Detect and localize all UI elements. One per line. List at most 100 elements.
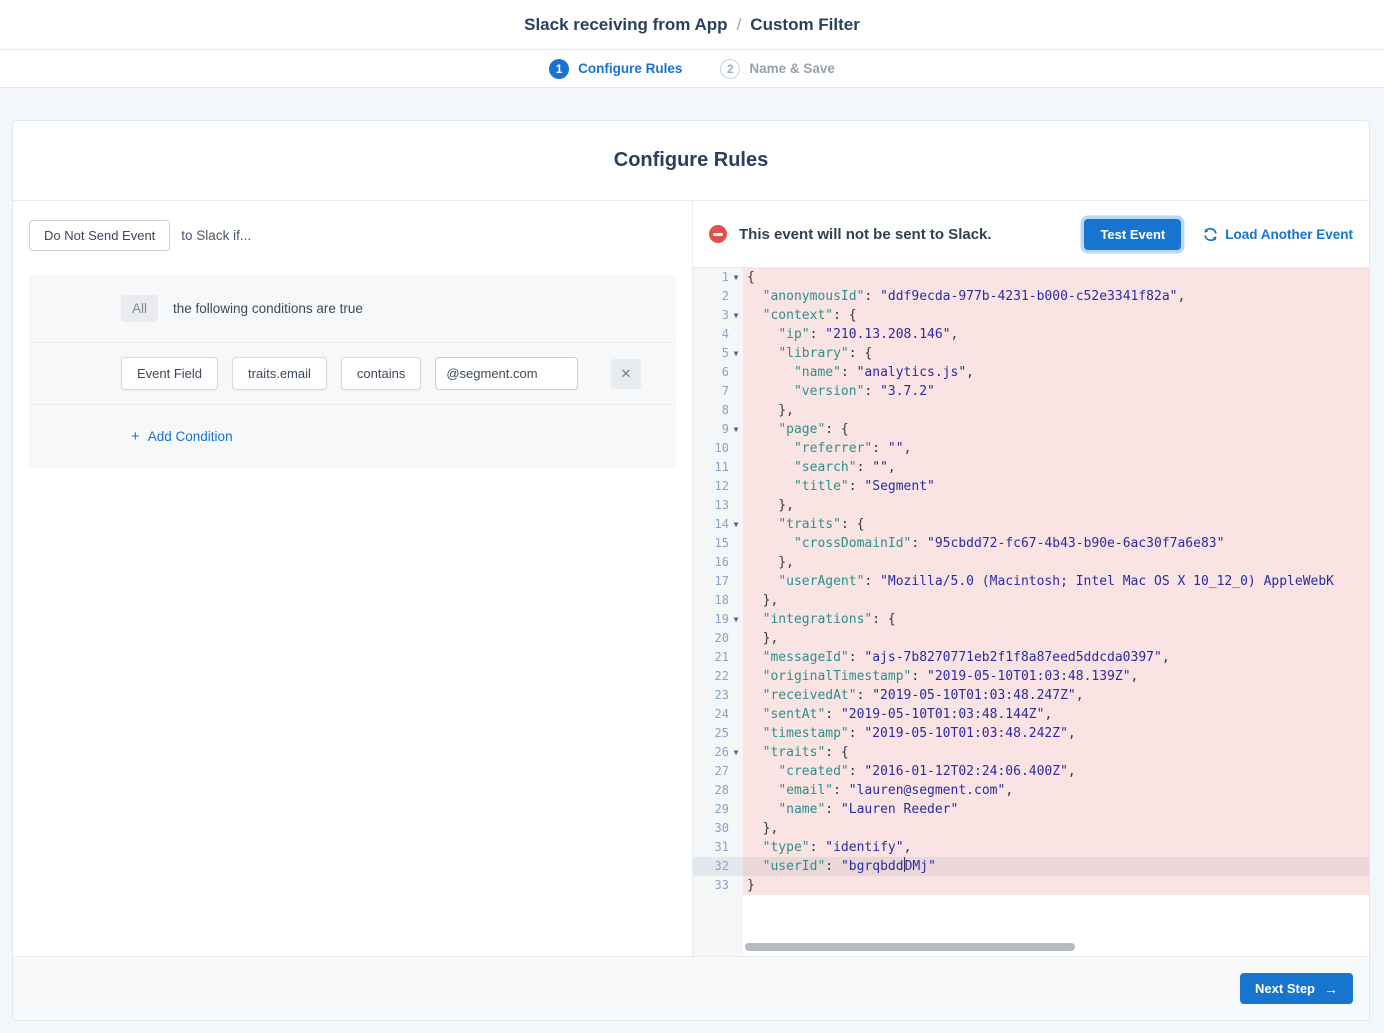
code-line[interactable]: 21 "messageId": "ajs-7b8270771eb2f1f8a87… xyxy=(693,648,1369,667)
load-another-event-label: Load Another Event xyxy=(1225,227,1353,242)
horizontal-scrollbar-thumb[interactable] xyxy=(745,943,1075,951)
code-line[interactable]: 27 "created": "2016-01-12T02:24:06.400Z"… xyxy=(693,762,1369,781)
code-line[interactable]: 11 "search": "", xyxy=(693,458,1369,477)
code-line[interactable]: 20 }, xyxy=(693,629,1369,648)
code-line-content[interactable]: "integrations": { xyxy=(743,610,1369,629)
code-line-content[interactable]: } xyxy=(743,876,1369,895)
code-line-content[interactable]: "messageId": "ajs-7b8270771eb2f1f8a87eed… xyxy=(743,648,1369,667)
code-line-content[interactable]: "sentAt": "2019-05-10T01:03:48.144Z", xyxy=(743,705,1369,724)
load-another-event-link[interactable]: Load Another Event xyxy=(1203,227,1353,242)
code-line-content[interactable]: "userId": "bgrqbddDMj" xyxy=(743,857,1369,876)
next-step-button[interactable]: Next Step → xyxy=(1240,973,1353,1004)
code-line[interactable]: 15 "crossDomainId": "95cbdd72-fc67-4b43-… xyxy=(693,534,1369,553)
code-line-content[interactable]: }, xyxy=(743,819,1369,838)
code-line[interactable]: 3▼ "context": { xyxy=(693,306,1369,325)
code-line-content[interactable]: "search": "", xyxy=(743,458,1369,477)
code-line[interactable]: 30 }, xyxy=(693,819,1369,838)
code-line[interactable]: 32 "userId": "bgrqbddDMj" xyxy=(693,857,1369,876)
fold-arrow-icon[interactable]: ▼ xyxy=(729,420,743,439)
code-line-content[interactable]: "receivedAt": "2019-05-10T01:03:48.247Z"… xyxy=(743,686,1369,705)
code-line-content[interactable]: "library": { xyxy=(743,344,1369,363)
code-line[interactable]: 7 "version": "3.7.2" xyxy=(693,382,1369,401)
code-line-content[interactable]: "name": "Lauren Reeder" xyxy=(743,800,1369,819)
fold-slot-empty xyxy=(729,477,743,496)
code-line[interactable]: 33} xyxy=(693,876,1369,895)
fold-arrow-icon[interactable]: ▼ xyxy=(729,306,743,325)
code-line[interactable]: 19▼ "integrations": { xyxy=(693,610,1369,629)
fold-arrow-icon[interactable]: ▼ xyxy=(729,515,743,534)
code-line[interactable]: 5▼ "library": { xyxy=(693,344,1369,363)
code-line-content[interactable]: { xyxy=(743,268,1369,287)
json-punctuation xyxy=(747,327,778,342)
line-gutter: 11 xyxy=(693,458,743,477)
code-line[interactable]: 6 "name": "analytics.js", xyxy=(693,363,1369,382)
fold-arrow-icon[interactable]: ▼ xyxy=(729,268,743,287)
code-line-content[interactable]: }, xyxy=(743,496,1369,515)
code-line-content[interactable]: "userAgent": "Mozilla/5.0 (Macintosh; In… xyxy=(743,572,1369,591)
code-line-content[interactable]: "timestamp": "2019-05-10T01:03:48.242Z", xyxy=(743,724,1369,743)
code-line[interactable]: 10 "referrer": "", xyxy=(693,439,1369,458)
code-line[interactable]: 24 "sentAt": "2019-05-10T01:03:48.144Z", xyxy=(693,705,1369,724)
json-punctuation xyxy=(747,479,794,494)
code-line[interactable]: 26▼ "traits": { xyxy=(693,743,1369,762)
line-number: 5 xyxy=(693,344,729,363)
fold-arrow-icon[interactable]: ▼ xyxy=(729,344,743,363)
code-line-content[interactable]: "traits": { xyxy=(743,743,1369,762)
code-line[interactable]: 8 }, xyxy=(693,401,1369,420)
add-condition-button[interactable]: + Add Condition xyxy=(131,429,233,444)
fold-arrow-icon[interactable]: ▼ xyxy=(729,610,743,629)
code-line[interactable]: 22 "originalTimestamp": "2019-05-10T01:0… xyxy=(693,667,1369,686)
remove-condition-button[interactable]: ✕ xyxy=(611,359,641,389)
step-name-and-save[interactable]: 2 Name & Save xyxy=(720,59,835,79)
code-line[interactable]: 18 }, xyxy=(693,591,1369,610)
code-line-content[interactable]: "version": "3.7.2" xyxy=(743,382,1369,401)
test-event-button[interactable]: Test Event xyxy=(1084,219,1181,250)
json-key: "crossDomainId" xyxy=(794,536,911,551)
code-line[interactable]: 17 "userAgent": "Mozilla/5.0 (Macintosh;… xyxy=(693,572,1369,591)
code-line[interactable]: 23 "receivedAt": "2019-05-10T01:03:48.24… xyxy=(693,686,1369,705)
fold-arrow-icon[interactable]: ▼ xyxy=(729,743,743,762)
code-line[interactable]: 9▼ "page": { xyxy=(693,420,1369,439)
step-configure-rules[interactable]: 1 Configure Rules xyxy=(549,59,682,79)
code-line-content[interactable]: "context": { xyxy=(743,306,1369,325)
operator-all-badge[interactable]: All xyxy=(121,295,158,322)
code-line[interactable]: 16 }, xyxy=(693,553,1369,572)
code-line[interactable]: 25 "timestamp": "2019-05-10T01:03:48.242… xyxy=(693,724,1369,743)
code-line[interactable]: 28 "email": "lauren@segment.com", xyxy=(693,781,1369,800)
code-line-content[interactable]: "originalTimestamp": "2019-05-10T01:03:4… xyxy=(743,667,1369,686)
code-line-content[interactable]: "traits": { xyxy=(743,515,1369,534)
line-number: 33 xyxy=(693,876,729,895)
code-line-content[interactable]: "anonymousId": "ddf9ecda-977b-4231-b000-… xyxy=(743,287,1369,306)
next-step-label: Next Step xyxy=(1255,981,1315,996)
code-line-content[interactable]: "email": "lauren@segment.com", xyxy=(743,781,1369,800)
code-line-content[interactable]: }, xyxy=(743,629,1369,648)
code-line-content[interactable]: "name": "analytics.js", xyxy=(743,363,1369,382)
code-line[interactable]: 1▼{ xyxy=(693,268,1369,287)
json-event-editor[interactable]: 1▼{2 "anonymousId": "ddf9ecda-977b-4231-… xyxy=(693,268,1369,956)
code-line-content[interactable]: "created": "2016-01-12T02:24:06.400Z", xyxy=(743,762,1369,781)
action-selector-button[interactable]: Do Not Send Event xyxy=(29,220,170,251)
condition-operator-button[interactable]: contains xyxy=(341,357,421,390)
condition-field-button[interactable]: traits.email xyxy=(232,357,327,390)
code-line[interactable]: 4 "ip": "210.13.208.146", xyxy=(693,325,1369,344)
code-line-content[interactable]: }, xyxy=(743,401,1369,420)
code-line-content[interactable]: "page": { xyxy=(743,420,1369,439)
code-line-content[interactable]: "type": "identify", xyxy=(743,838,1369,857)
code-line[interactable]: 29 "name": "Lauren Reeder" xyxy=(693,800,1369,819)
code-line-content[interactable]: }, xyxy=(743,591,1369,610)
code-line[interactable]: 2 "anonymousId": "ddf9ecda-977b-4231-b00… xyxy=(693,287,1369,306)
event-preview-header: This event will not be sent to Slack. Te… xyxy=(693,201,1369,268)
json-punctuation: : { xyxy=(833,308,856,323)
condition-value-input[interactable] xyxy=(435,357,578,390)
code-line-content[interactable]: "crossDomainId": "95cbdd72-fc67-4b43-b90… xyxy=(743,534,1369,553)
code-line-content[interactable]: "title": "Segment" xyxy=(743,477,1369,496)
condition-type-button[interactable]: Event Field xyxy=(121,357,218,390)
code-line-content[interactable]: }, xyxy=(743,553,1369,572)
code-line[interactable]: 14▼ "traits": { xyxy=(693,515,1369,534)
code-line[interactable]: 12 "title": "Segment" xyxy=(693,477,1369,496)
code-line-content[interactable]: "referrer": "", xyxy=(743,439,1369,458)
json-string: "" xyxy=(872,460,888,475)
code-line[interactable]: 31 "type": "identify", xyxy=(693,838,1369,857)
code-line-content[interactable]: "ip": "210.13.208.146", xyxy=(743,325,1369,344)
code-line[interactable]: 13 }, xyxy=(693,496,1369,515)
